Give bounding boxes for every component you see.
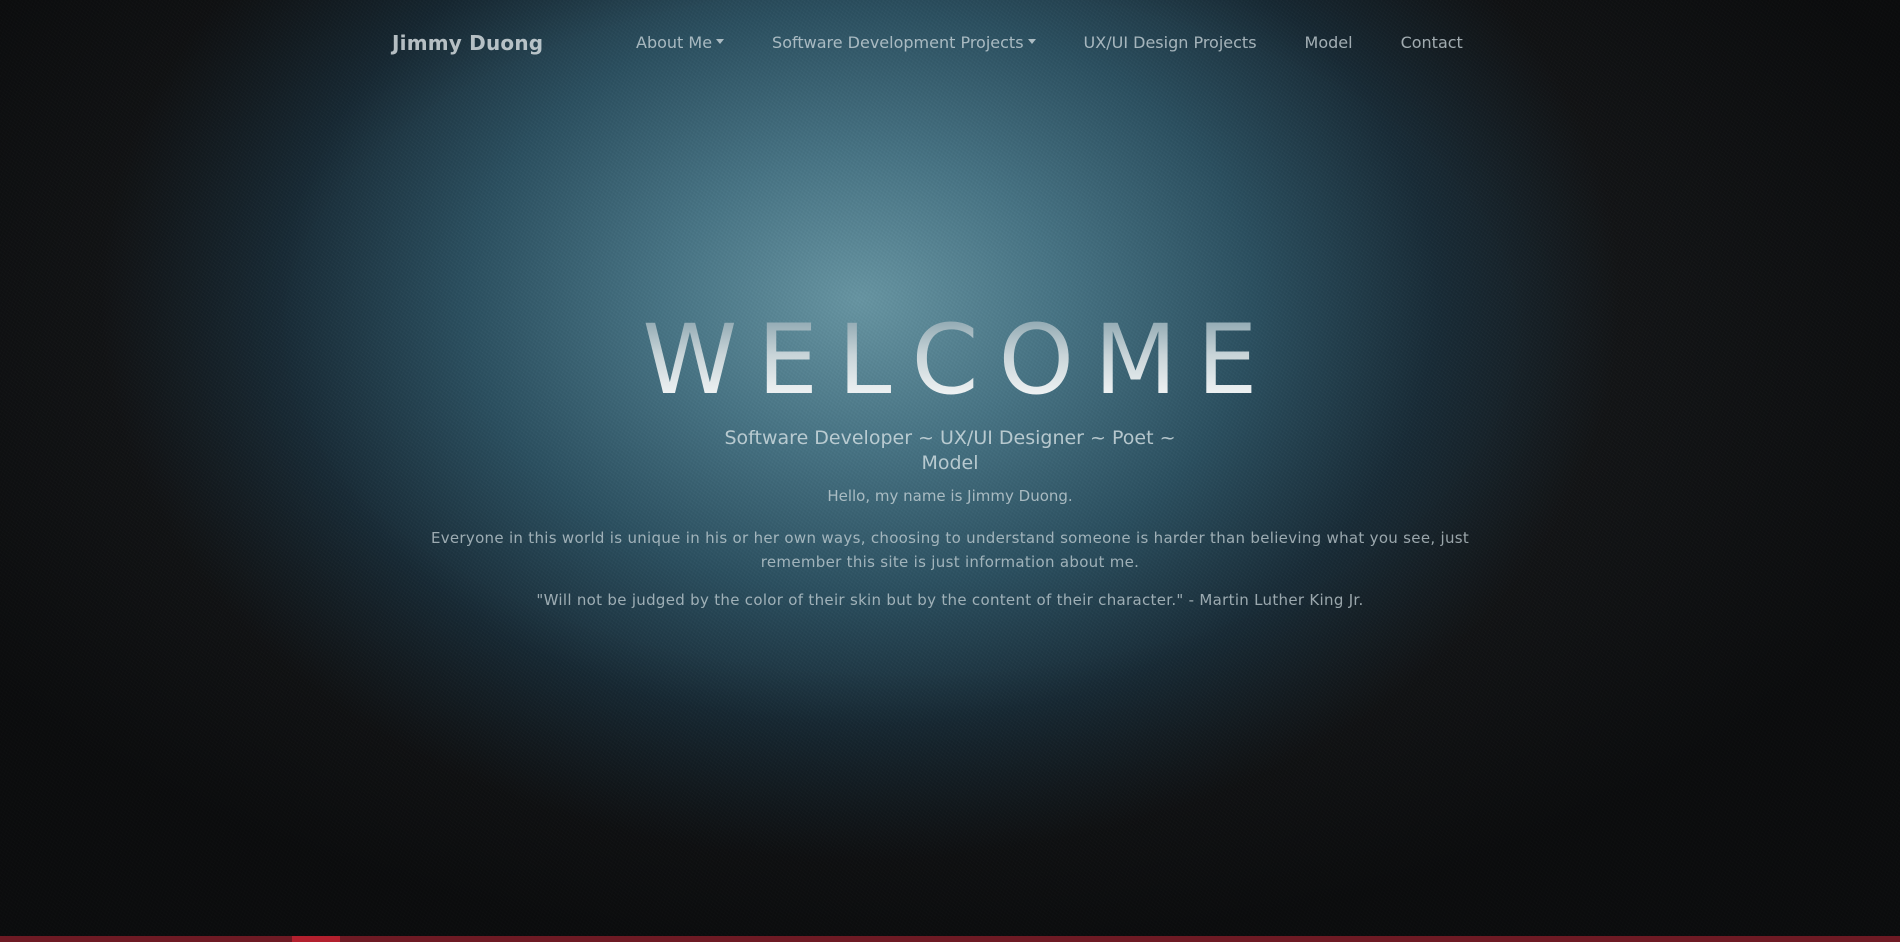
nav-links: About Me Software Development Projects U…: [636, 33, 1463, 52]
bottom-bar: [0, 936, 1900, 942]
nav-about-me-dropdown[interactable]: About Me: [636, 33, 725, 52]
nav-contact-link[interactable]: Contact: [1401, 33, 1463, 52]
subtitle-container: Software Developer ~ UX/UI Designer ~ Po…: [710, 426, 1190, 476]
hero-subtitle: Software Developer ~ UX/UI Designer ~ Po…: [724, 427, 1176, 474]
intro-paragraph: Everyone in this world is unique in his …: [430, 529, 1470, 571]
top-navbar: Jimmy Duong About Me Software Developmen…: [0, 0, 1900, 86]
nav-ux-ui-design-link[interactable]: UX/UI Design Projects: [1084, 33, 1257, 52]
nav-software-development-label: Software Development Projects: [772, 33, 1024, 52]
caret-down-icon: [716, 39, 725, 44]
greeting-text: Hello, my name is Jimmy Duong.: [827, 487, 1073, 505]
quote-text: "Will not be judged by the color of thei…: [536, 591, 1364, 609]
nav-about-me-label: About Me: [636, 33, 713, 52]
brand-link[interactable]: Jimmy Duong: [392, 31, 543, 55]
nav-software-development-dropdown[interactable]: Software Development Projects: [772, 33, 1036, 52]
intro-container: Everyone in this world is unique in his …: [410, 526, 1490, 574]
caret-down-icon: [1027, 39, 1036, 44]
welcome-heading: WELCOME: [0, 308, 1900, 412]
hero-content: WELCOME Software Developer ~ UX/UI Desig…: [0, 308, 1900, 610]
nav-model-link[interactable]: Model: [1305, 33, 1353, 52]
bottom-bar-accent: [292, 936, 340, 942]
